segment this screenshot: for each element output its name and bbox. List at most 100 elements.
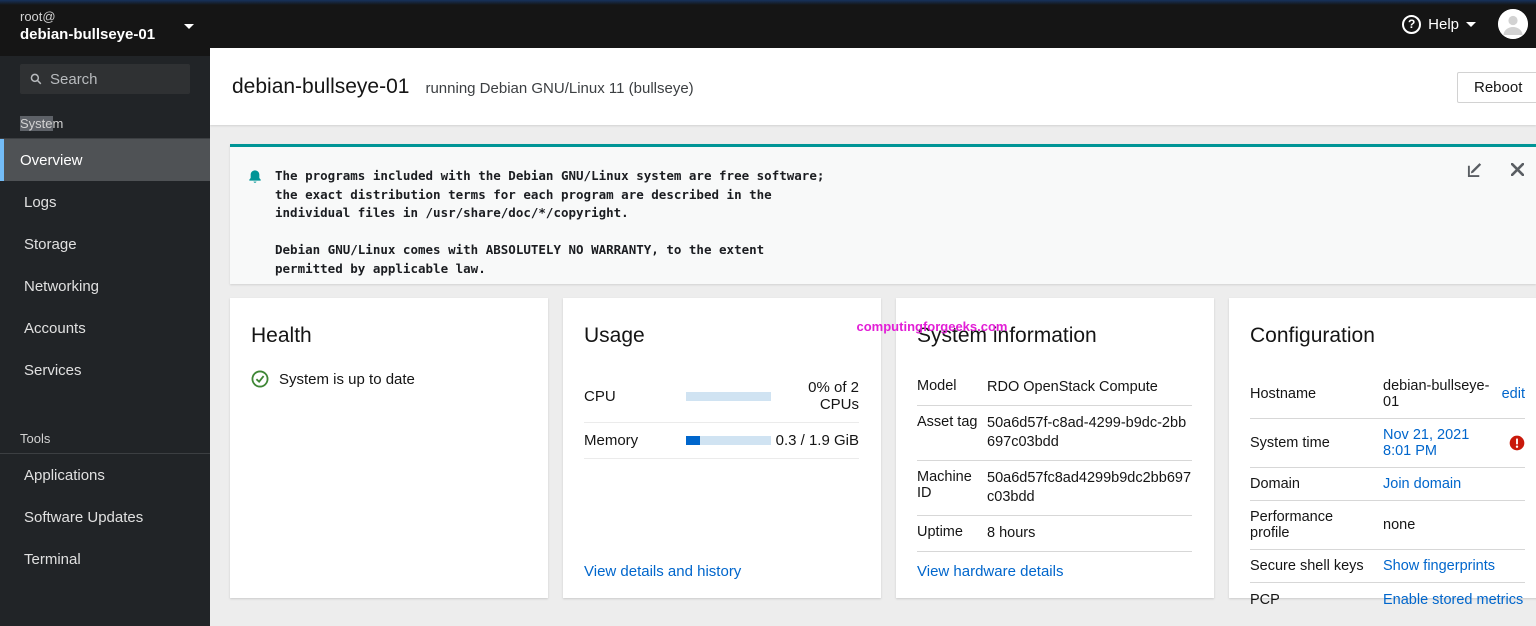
uptime-value: 8 hours	[987, 525, 1036, 541]
hostname-row: Hostname debian-bullseye-01 edit	[1250, 370, 1525, 419]
sidebar: root@ debian-bullseye-01 System Overview…	[0, 0, 210, 626]
page-subtitle: running Debian GNU/Linux 11 (bullseye)	[425, 79, 694, 97]
bell-icon	[249, 170, 261, 183]
memory-progress-fill	[686, 436, 700, 445]
system-label-rest: m	[52, 116, 64, 131]
machine-id-row: Machine ID 50a6d57fc8ad4299b9dc2bb697c03…	[917, 461, 1192, 516]
motd-text: The programs included with the Debian GN…	[275, 168, 825, 276]
masthead: ? Help	[0, 0, 1536, 48]
health-card: Health System is up to date	[230, 298, 548, 598]
help-menu[interactable]: ? Help	[1402, 14, 1476, 34]
host-switcher-caret-icon	[184, 24, 194, 29]
cpu-label: CPU	[584, 387, 616, 405]
machine-id-label: Machine ID	[917, 469, 972, 501]
search-icon	[30, 73, 42, 85]
sidebar-item-services[interactable]: Services	[0, 349, 210, 391]
show-fingerprints-link[interactable]: Show fingerprints	[1383, 558, 1495, 574]
asset-tag-row: Asset tag 50a6d57f-c8ad-4299-b9dc-2bb697…	[917, 406, 1192, 461]
sidebar-item-accounts[interactable]: Accounts	[0, 307, 210, 349]
sidebar-item-software-updates[interactable]: Software Updates	[0, 496, 210, 538]
health-status-row: System is up to date	[251, 370, 526, 388]
join-domain-link[interactable]: Join domain	[1383, 476, 1461, 492]
system-label-selected-text: Syste	[20, 116, 53, 131]
sidebar-item-logs[interactable]: Logs	[0, 181, 210, 223]
close-banner-button[interactable]	[1511, 163, 1524, 176]
uptime-label: Uptime	[917, 524, 963, 540]
search-box[interactable]	[20, 64, 190, 94]
sidebar-item-networking[interactable]: Networking	[0, 265, 210, 307]
current-host: debian-bullseye-01	[20, 26, 156, 43]
machine-id-value: 50a6d57fc8ad4299b9dc2bb697c03bdd	[987, 470, 1192, 505]
model-row: Model RDO OpenStack Compute	[917, 370, 1192, 406]
user-avatar[interactable]	[1498, 9, 1528, 39]
secure-shell-keys-row: Secure shell keys Show fingerprints	[1250, 550, 1525, 583]
enable-stored-metrics-link[interactable]: Enable stored metrics	[1383, 592, 1523, 608]
reboot-button[interactable]: Reboot	[1457, 72, 1536, 103]
main-area: debian-bullseye-01 running Debian GNU/Li…	[210, 48, 1536, 626]
system-time-link[interactable]: Nov 21, 2021 8:01 PM	[1383, 427, 1501, 459]
configuration-title: Configuration	[1250, 324, 1375, 347]
secure-shell-keys-label: Secure shell keys	[1250, 558, 1364, 574]
motd-banner: The programs included with the Debian GN…	[230, 144, 1536, 284]
cpu-usage-row: CPU 0% of 2 CPUs	[584, 370, 859, 423]
help-label: Help	[1428, 15, 1459, 33]
domain-label: Domain	[1250, 476, 1300, 492]
system-time-label: System time	[1250, 435, 1330, 451]
help-icon: ?	[1402, 14, 1422, 34]
system-information-card: System information Model RDO OpenStack C…	[896, 298, 1214, 598]
system-info-title: System information	[917, 324, 1097, 347]
overview-cards: Health System is up to date Usage CPU 0%…	[230, 298, 1536, 608]
memory-usage-value: 0.3 / 1.9 GiB	[775, 432, 859, 449]
chevron-down-icon	[1466, 21, 1476, 27]
sidebar-item-applications[interactable]: Applications	[0, 454, 210, 496]
hostname-value: debian-bullseye-01	[1383, 378, 1490, 410]
edit-hostname-link[interactable]: edit	[1502, 386, 1525, 402]
memory-usage-row: Memory 0.3 / 1.9 GiB	[584, 423, 859, 459]
health-status-text: System is up to date	[279, 370, 415, 388]
performance-profile-label: Performance profile	[1250, 509, 1334, 541]
close-icon	[1511, 163, 1524, 176]
host-switcher[interactable]: root@ debian-bullseye-01	[0, 0, 210, 56]
cpu-progress-bar	[686, 391, 771, 401]
pcp-row: PCP Enable stored metrics	[1250, 583, 1525, 616]
usage-card-title: Usage	[584, 324, 645, 347]
domain-row: Domain Join domain	[1250, 468, 1525, 501]
view-hardware-details-link[interactable]: View hardware details	[917, 563, 1063, 580]
view-details-history-link[interactable]: View details and history	[584, 563, 741, 580]
time-sync-alert-icon	[1509, 435, 1525, 451]
sidebar-item-terminal[interactable]: Terminal	[0, 538, 210, 580]
memory-label: Memory	[584, 432, 639, 449]
masthead-actions: ? Help	[1402, 9, 1536, 39]
cpu-usage-value: 0% of 2 CPUs	[808, 379, 859, 413]
asset-tag-value: 50a6d57f-c8ad-4299-b9dc-2bb697c03bdd	[987, 415, 1187, 450]
health-card-title: Health	[251, 324, 312, 347]
usage-card: Usage CPU 0% of 2 CPUs Memory 0.3 / 1.9 …	[563, 298, 881, 598]
reboot-label: Reboot	[1474, 79, 1523, 96]
cockpit-app: ? Help root@ debian-bullseye-01 Search S…	[0, 0, 1536, 626]
motd-body: The programs included with the Debian GN…	[247, 167, 1446, 278]
model-value: RDO OpenStack Compute	[987, 379, 1158, 395]
check-circle-icon	[251, 370, 269, 388]
performance-profile-value: none	[1383, 517, 1416, 533]
memory-progress-bar	[686, 436, 771, 445]
section-label-system: System	[0, 94, 210, 138]
performance-profile-row: Performance profile none	[1250, 501, 1525, 550]
edit-motd-button[interactable]	[1467, 161, 1484, 178]
logged-in-user: root@	[20, 9, 56, 24]
search-input[interactable]	[50, 70, 180, 88]
content-area: The programs included with the Debian GN…	[210, 144, 1536, 626]
configuration-card: Configuration Hostname debian-bullseye-0…	[1229, 298, 1536, 608]
section-label-tools: Tools	[20, 431, 51, 446]
banner-actions	[1467, 161, 1524, 178]
pcp-label: PCP	[1250, 591, 1280, 608]
sidebar-search	[0, 56, 210, 94]
pencil-square-icon	[1467, 163, 1482, 178]
asset-tag-label: Asset tag	[917, 414, 978, 430]
person-icon	[1498, 9, 1528, 39]
sidebar-item-overview[interactable]: Overview	[0, 139, 210, 181]
page-title: debian-bullseye-01	[232, 74, 410, 98]
model-label: Model	[917, 378, 957, 394]
sidebar-item-storage[interactable]: Storage	[0, 223, 210, 265]
hostname-label: Hostname	[1250, 386, 1317, 402]
